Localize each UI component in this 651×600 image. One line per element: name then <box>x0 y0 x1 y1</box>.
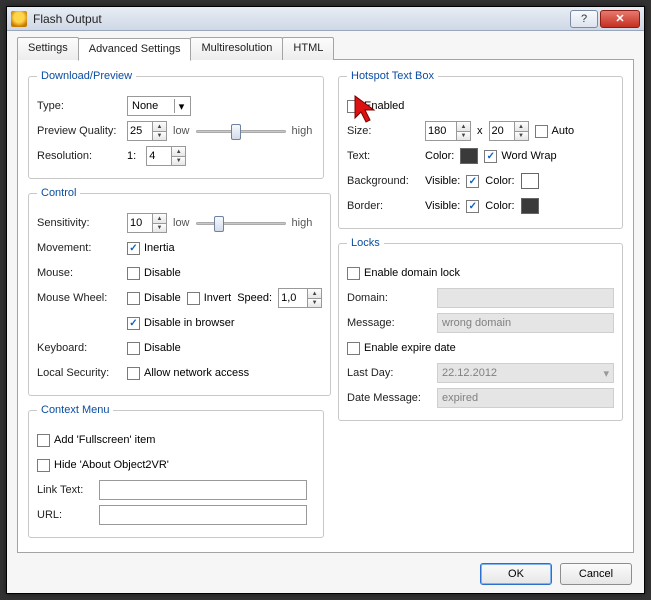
lastday-label: Last Day: <box>347 367 431 379</box>
ok-button[interactable]: OK <box>480 563 552 585</box>
type-label: Type: <box>37 100 121 112</box>
help-button[interactable]: ? <box>570 10 598 28</box>
mouse-label: Mouse: <box>37 267 121 279</box>
group-locks: Locks Enable domain lock Domain: Message… <box>338 237 623 421</box>
tab-advanced-settings[interactable]: Advanced Settings <box>78 38 192 61</box>
inertia-checkbox[interactable]: ✓Inertia <box>127 242 175 255</box>
domain-field <box>437 288 614 308</box>
tab-html[interactable]: HTML <box>282 37 334 60</box>
enable-expire-checkbox[interactable]: Enable expire date <box>347 342 456 355</box>
close-button[interactable]: ✕ <box>600 10 640 28</box>
legend-locks: Locks <box>347 237 384 249</box>
link-text-input[interactable] <box>99 480 307 500</box>
chevron-down-icon: ▾ <box>603 367 609 380</box>
domain-label: Domain: <box>347 292 431 304</box>
resolution-label: Resolution: <box>37 150 121 162</box>
size-label: Size: <box>347 125 419 137</box>
sensitivity-label: Sensitivity: <box>37 217 121 229</box>
legend-context-menu: Context Menu <box>37 404 113 416</box>
border-visible-checkbox[interactable]: ✓ <box>466 200 479 213</box>
add-fullscreen-checkbox[interactable]: Add 'Fullscreen' item <box>37 434 155 447</box>
url-input[interactable] <box>99 505 307 525</box>
hotspot-enabled-checkbox[interactable]: Enabled <box>347 100 404 113</box>
mousewheel-disable-checkbox[interactable]: Disable <box>127 292 181 305</box>
legend-hotspot-textbox: Hotspot Text Box <box>347 70 438 82</box>
bg-color-label: Color: <box>485 175 514 187</box>
window-title: Flash Output <box>33 12 570 26</box>
resolution-prefix: 1: <box>127 150 136 162</box>
legend-download-preview: Download/Preview <box>37 70 136 82</box>
group-download-preview: Download/Preview Type: None ▾ Preview Qu… <box>28 70 324 179</box>
resolution-spinner[interactable]: ▲▼ <box>146 146 186 166</box>
tabpanel: Download/Preview Type: None ▾ Preview Qu… <box>17 59 634 553</box>
hide-about-checkbox[interactable]: Hide 'About Object2VR' <box>37 459 169 472</box>
group-context-menu: Context Menu Add 'Fullscreen' item Hide … <box>28 404 324 538</box>
sensitivity-spinner[interactable]: ▲▼ <box>127 213 167 233</box>
background-label: Background: <box>347 175 419 187</box>
datemsg-label: Date Message: <box>347 392 431 404</box>
border-color-label: Color: <box>485 200 514 212</box>
auto-checkbox[interactable]: Auto <box>535 125 575 138</box>
preview-quality-label: Preview Quality: <box>37 125 121 137</box>
tab-settings[interactable]: Settings <box>17 37 79 60</box>
size-height-spinner[interactable]: ▲▼ <box>489 121 529 141</box>
message-field: wrong domain <box>437 313 614 333</box>
disable-browser-checkbox[interactable]: ✓Disable in browser <box>127 317 234 330</box>
low-label: low <box>173 125 190 137</box>
tabstrip: Settings Advanced Settings Multiresoluti… <box>17 37 634 60</box>
mousewheel-invert-checkbox[interactable]: Invert <box>187 292 232 305</box>
preview-quality-spinner[interactable]: ▲▼ <box>127 121 167 141</box>
border-label: Border: <box>347 200 419 212</box>
movement-label: Movement: <box>37 242 121 254</box>
url-label: URL: <box>37 509 93 521</box>
text-color-label: Color: <box>425 150 454 162</box>
cancel-button[interactable]: Cancel <box>560 563 632 585</box>
titlebar[interactable]: Flash Output ? ✕ <box>7 7 644 31</box>
window-frame: Flash Output ? ✕ Settings Advanced Setti… <box>6 6 645 594</box>
preview-quality-slider[interactable] <box>196 122 286 140</box>
lastday-field: 22.12.2012 ▾ <box>437 363 614 383</box>
datemsg-field: expired <box>437 388 614 408</box>
sensitivity-slider[interactable] <box>196 214 286 232</box>
text-label: Text: <box>347 150 419 162</box>
chevron-down-icon: ▾ <box>174 99 188 113</box>
speed-label: Speed: <box>237 292 272 304</box>
wordwrap-checkbox[interactable]: ✓Word Wrap <box>484 150 556 163</box>
keyboard-label: Keyboard: <box>37 342 121 354</box>
text-color-well[interactable] <box>460 148 478 164</box>
size-width-spinner[interactable]: ▲▼ <box>425 121 471 141</box>
tab-multiresolution[interactable]: Multiresolution <box>190 37 283 60</box>
mouse-disable-checkbox[interactable]: Disable <box>127 267 181 280</box>
keyboard-disable-checkbox[interactable]: Disable <box>127 342 181 355</box>
x-label: x <box>477 125 483 137</box>
message-label: Message: <box>347 317 431 329</box>
type-select[interactable]: None ▾ <box>127 96 191 116</box>
link-text-label: Link Text: <box>37 484 93 496</box>
client-area: Settings Advanced Settings Multiresoluti… <box>7 31 644 593</box>
legend-control: Control <box>37 187 80 199</box>
allow-network-checkbox[interactable]: Allow network access <box>127 367 249 380</box>
speed-spinner[interactable]: ▲▼ <box>278 288 322 308</box>
enable-domain-checkbox[interactable]: Enable domain lock <box>347 267 460 280</box>
bg-visible-checkbox[interactable]: ✓ <box>466 175 479 188</box>
bg-visible-label: Visible: <box>425 175 460 187</box>
spin-down-icon[interactable]: ▼ <box>152 131 166 140</box>
border-color-well[interactable] <box>521 198 539 214</box>
app-icon <box>11 11 27 27</box>
border-visible-label: Visible: <box>425 200 460 212</box>
group-hotspot-textbox: Hotspot Text Box Enabled Size: ▲▼ x <box>338 70 623 229</box>
high-label: high <box>292 125 313 137</box>
localsec-label: Local Security: <box>37 367 121 379</box>
group-control: Control Sensitivity: ▲▼ low high <box>28 187 331 396</box>
bg-color-well[interactable] <box>521 173 539 189</box>
mousewheel-label: Mouse Wheel: <box>37 292 121 304</box>
spin-up-icon[interactable]: ▲ <box>152 122 166 131</box>
